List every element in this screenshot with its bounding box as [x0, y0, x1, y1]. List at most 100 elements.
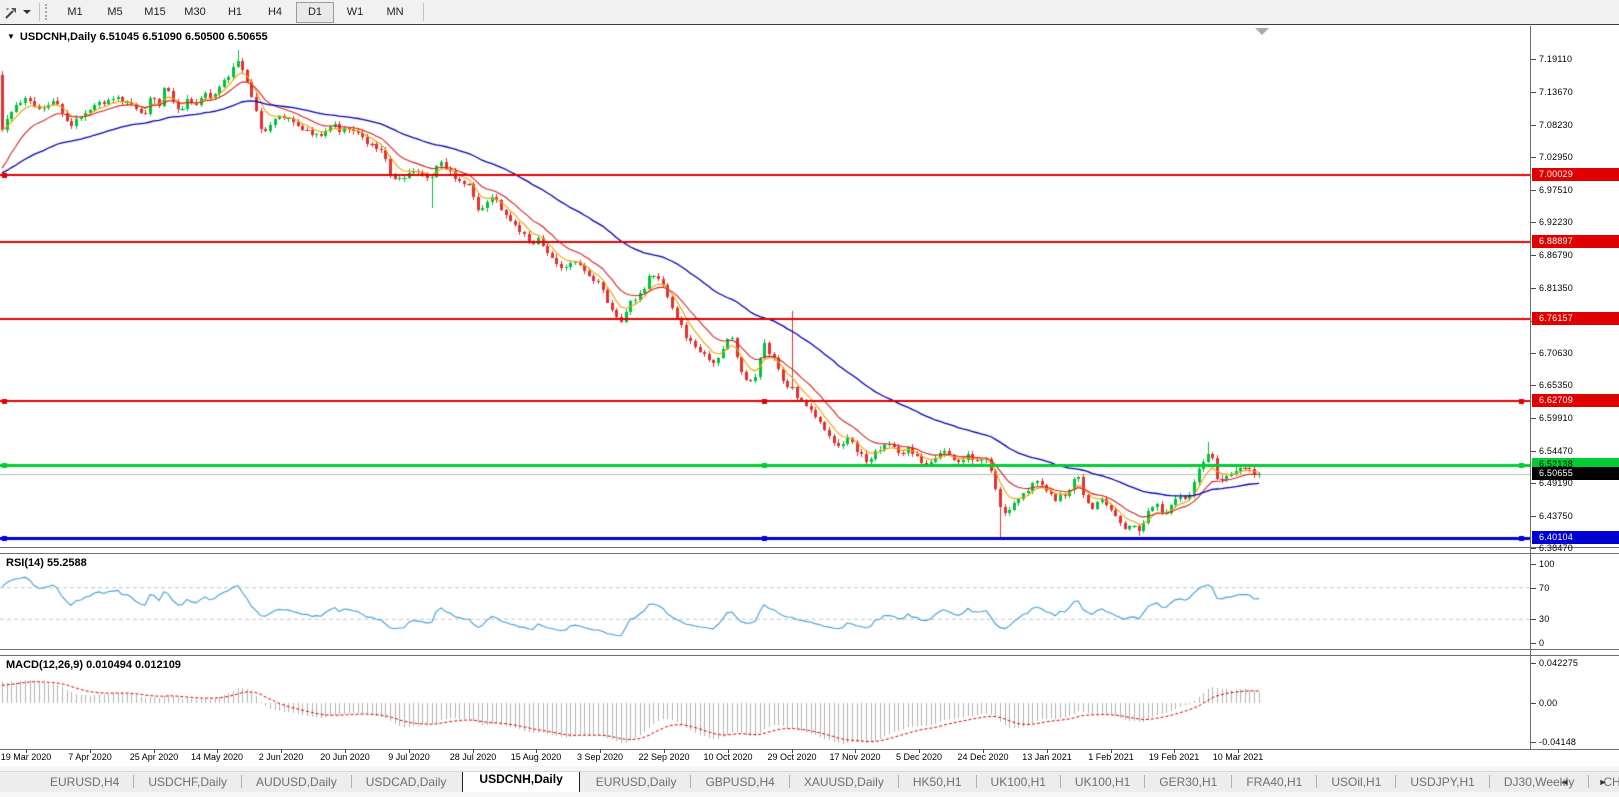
pane-border	[0, 749, 1619, 750]
rsi-axis-tick	[1531, 643, 1536, 644]
toolbar-separator	[39, 3, 40, 21]
symbol-tab-fra40-h1[interactable]: FRA40,H1	[1232, 772, 1316, 792]
date-label: 7 Apr 2020	[68, 752, 112, 762]
pane-border	[0, 547, 1619, 548]
symbol-tab-usdcad-daily[interactable]: USDCAD,Daily	[352, 772, 461, 792]
price-axis-tick	[1531, 125, 1536, 126]
date-label: 3 Sep 2020	[576, 752, 624, 762]
price-axis-label: 6.97510	[1539, 185, 1573, 195]
chart-title: ▼ USDCNH,Daily 6.51045 6.51090 6.50500 6.…	[7, 31, 268, 43]
collapse-chart-icon[interactable]: ▼	[7, 32, 15, 41]
chart-title-symbol: USDCNH,Daily	[19, 31, 97, 43]
rsi-axis-label: 100	[1539, 559, 1555, 569]
timeframe-button-w1[interactable]: W1	[336, 2, 374, 23]
date-label: 9 Jul 2020	[388, 752, 430, 762]
macd-axis-label: 0.042275	[1539, 658, 1579, 668]
price-axis-label: 7.13670	[1539, 87, 1573, 97]
date-label: 13 Jan 2021	[1022, 752, 1072, 762]
date-label: 29 Oct 2020	[767, 752, 817, 762]
price-axis-label: 6.86790	[1539, 250, 1573, 260]
chart-shift-marker-icon	[1255, 28, 1269, 35]
price-axis-tick	[1531, 157, 1536, 158]
price-axis-label: 7.02950	[1539, 152, 1573, 162]
price-axis-label: 7.08230	[1539, 120, 1573, 130]
symbol-tab-hk50-h1[interactable]: HK50,H1	[899, 772, 976, 792]
price-axis-tick	[1531, 548, 1536, 549]
crosshair-tool-icon[interactable]	[1, 3, 21, 21]
symbol-tab-gbpusd-h4[interactable]: GBPUSD,H4	[691, 772, 788, 792]
timeframe-button-m15[interactable]: M15	[136, 2, 174, 23]
macd-axis-label: -0.04148	[1539, 737, 1577, 747]
rsi-value: 55.2588	[46, 557, 87, 569]
price-axis-tick	[1531, 353, 1536, 354]
price-axis-tick	[1531, 92, 1536, 93]
price-axis-tick	[1531, 255, 1536, 256]
dropdown-caret-icon[interactable]	[23, 10, 31, 14]
rsi-axis-label: 70	[1539, 583, 1550, 593]
price-axis-label: 6.43750	[1539, 511, 1573, 521]
symbol-tab-usoil-h1[interactable]: USOil,H1	[1317, 772, 1395, 792]
symbol-tab-eurusd-h4[interactable]: EURUSD,H4	[36, 772, 133, 792]
rsi-axis-tick	[1531, 619, 1536, 620]
price-axis-label: 6.70630	[1539, 348, 1573, 358]
price-axis-tick	[1531, 385, 1536, 386]
timeframe-button-d1[interactable]: D1	[296, 1, 334, 23]
pane-border	[0, 649, 1619, 650]
symbol-tab-uk100-h1[interactable]: UK100,H1	[977, 772, 1060, 792]
timeframe-button-mn[interactable]: MN	[376, 2, 414, 23]
date-label: 22 Sep 2020	[638, 752, 690, 762]
date-label: 20 Jun 2020	[320, 752, 370, 762]
symbol-tab-eurusd-daily[interactable]: EURUSD,Daily	[582, 772, 691, 792]
timeframe-button-h1[interactable]: H1	[216, 2, 254, 23]
macd-axis-label: 0.00	[1539, 698, 1558, 708]
rsi-axis-label: 30	[1539, 614, 1550, 624]
price-axis-tick	[1531, 516, 1536, 517]
price-chart-canvas[interactable]	[0, 27, 1530, 749]
date-label: 24 Dec 2020	[957, 752, 1009, 762]
price-axis-label: 6.81350	[1539, 283, 1573, 293]
toolbar-grip[interactable]	[45, 4, 50, 20]
pane-border	[0, 553, 1619, 554]
timeframe-buttons-group: M1 M5 M15 M30 H1 H4 D1 W1 MN	[55, 1, 415, 23]
date-label: 5 Dec 2020	[895, 752, 943, 762]
macd-main-value: 0.010494	[86, 659, 132, 671]
rsi-axis-tick	[1531, 588, 1536, 589]
symbol-tab-usdchf-daily[interactable]: USDCHF,Daily	[134, 772, 241, 792]
tabs-scroll-right-button[interactable]: ►	[1594, 774, 1612, 790]
hline-price-badge: 6.88897	[1532, 235, 1619, 248]
symbol-tab-audusd-daily[interactable]: AUDUSD,Daily	[242, 772, 351, 792]
macd-axis-tick	[1531, 703, 1536, 704]
symbol-tab-xauusd-daily[interactable]: XAUUSD,Daily	[790, 772, 898, 792]
timeframes-toolbar: M1 M5 M15 M30 H1 H4 D1 W1 MN	[0, 0, 1619, 25]
price-axis-tick	[1531, 190, 1536, 191]
macd-axis-tick	[1531, 663, 1536, 664]
date-label: 19 Feb 2021	[1148, 752, 1200, 762]
date-label: 2 Jun 2020	[258, 752, 304, 762]
hline-price-badge: 6.40104	[1532, 531, 1619, 544]
price-axis-border	[1530, 26, 1531, 749]
symbol-tab-ger30-h1[interactable]: GER30,H1	[1145, 772, 1231, 792]
trading-terminal-window: M1 M5 M15 M30 H1 H4 D1 W1 MN ▼ USDCNH,Daily 6.510…	[0, 0, 1619, 797]
date-label: 10 Mar 2021	[1212, 752, 1264, 762]
price-axis-tick	[1531, 418, 1536, 419]
price-axis-label: 6.92230	[1539, 217, 1573, 227]
macd-indicator-label: MACD(12,26,9) 0.010494 0.012109	[6, 659, 181, 671]
timeframe-button-h4[interactable]: H4	[256, 2, 294, 23]
tabs-scroll-left-button[interactable]: ◄	[1556, 774, 1574, 790]
symbol-tab-usdjpy-h1[interactable]: USDJPY,H1	[1396, 772, 1488, 792]
date-label: 28 Jul 2020	[449, 752, 497, 762]
chart-title-ohlc: 6.51045 6.51090 6.50500 6.50655	[99, 31, 268, 43]
pane-border	[0, 655, 1619, 656]
timeframe-button-m30[interactable]: M30	[176, 2, 214, 23]
date-label: 14 May 2020	[190, 752, 244, 762]
bid-price-badge: 6.50655	[1532, 467, 1619, 480]
symbol-tab-usdcnh-daily[interactable]: USDCNH,Daily	[462, 772, 580, 792]
timeframe-button-m1[interactable]: M1	[56, 2, 94, 23]
price-axis-label: 6.65350	[1539, 380, 1573, 390]
chart-tabs-bar: EURUSD,H4 USDCHF,Daily AUDUSD,Daily USDCAD,…	[0, 766, 1619, 797]
symbol-tab-uk100-h1[interactable]: UK100,H1	[1061, 772, 1144, 792]
date-label: 17 Nov 2020	[829, 752, 881, 762]
timeframe-button-m5[interactable]: M5	[96, 2, 134, 23]
price-axis-tick	[1531, 483, 1536, 484]
price-axis-tick	[1531, 451, 1536, 452]
